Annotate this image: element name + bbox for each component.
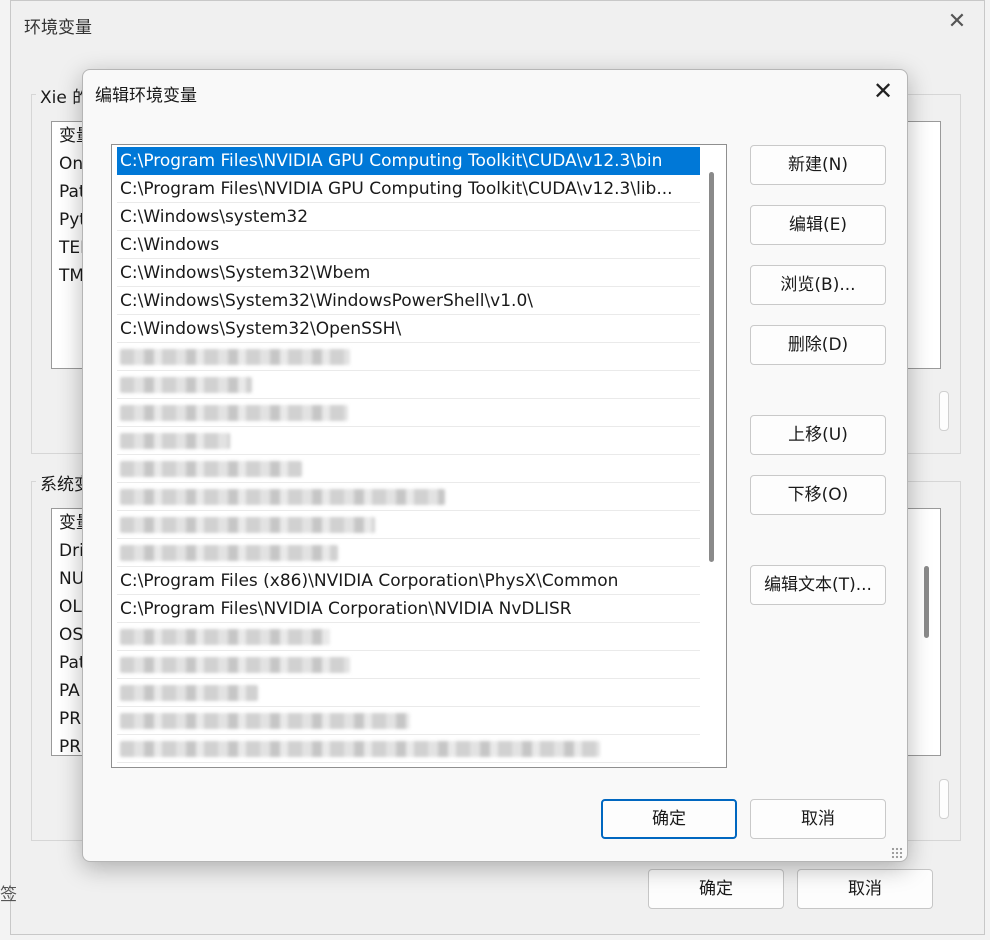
redacted-path-text <box>120 517 375 533</box>
parent-close-icon[interactable]: ✕ <box>946 11 968 33</box>
path-list-item[interactable] <box>117 343 700 371</box>
path-list-item[interactable]: C:\Program Files\NVIDIA GPU Computing To… <box>117 175 700 203</box>
path-list-item[interactable] <box>117 511 700 539</box>
parent-cancel-button[interactable]: 取消 <box>797 869 933 909</box>
ok-button[interactable]: 确定 <box>601 799 737 839</box>
edit-button[interactable]: 编辑(E) <box>750 205 886 245</box>
resize-grip-icon[interactable] <box>891 847 903 859</box>
path-text: C:\Windows\system32 <box>120 207 309 227</box>
path-list-item[interactable] <box>117 679 700 707</box>
parent-ok-button[interactable]: 确定 <box>648 869 784 909</box>
parent-left-edge-text: 签 <box>0 885 17 905</box>
edit-env-variable-dialog: 编辑环境变量 ✕ C:\Program Files\NVIDIA GPU Com… <box>82 69 908 862</box>
parent-side-button[interactable] <box>939 779 949 819</box>
path-text: C:\Program Files\NVIDIA GPU Computing To… <box>120 151 663 171</box>
path-list-item[interactable] <box>117 427 700 455</box>
path-list-item[interactable] <box>117 707 700 735</box>
redacted-path-text <box>120 545 338 561</box>
parent-window-title: 环境变量 <box>24 18 92 38</box>
redacted-path-text <box>120 685 258 701</box>
path-list-item[interactable] <box>117 371 700 399</box>
new-button[interactable]: 新建(N) <box>750 145 886 185</box>
parent-side-button[interactable] <box>939 391 949 431</box>
edit-text-button[interactable]: 编辑文本(T)... <box>750 565 886 605</box>
delete-button[interactable]: 删除(D) <box>750 325 886 365</box>
dialog-title: 编辑环境变量 <box>95 86 197 106</box>
redacted-path-text <box>120 741 600 757</box>
path-list-item[interactable]: C:\Program Files\NVIDIA Corporation\NVID… <box>117 595 700 623</box>
path-text: C:\Program Files\NVIDIA Corporation\NVID… <box>120 599 572 619</box>
path-text: C:\Program Files\NVIDIA GPU Computing To… <box>120 179 673 199</box>
redacted-path-text <box>120 489 445 505</box>
redacted-path-text <box>120 405 348 421</box>
redacted-path-text <box>120 433 230 449</box>
path-text: C:\Windows\System32\WindowsPowerShell\v1… <box>120 291 533 311</box>
path-list[interactable]: C:\Program Files\NVIDIA GPU Computing To… <box>111 144 727 768</box>
redacted-path-text <box>120 629 330 645</box>
path-list-item[interactable]: C:\Program Files\NVIDIA GPU Computing To… <box>117 147 700 175</box>
path-list-item[interactable]: C:\Windows\System32\WindowsPowerShell\v1… <box>117 287 700 315</box>
path-text: C:\Windows <box>120 235 220 255</box>
redacted-path-text <box>120 377 252 393</box>
path-list-item[interactable]: C:\Windows <box>117 231 700 259</box>
path-list-scrollbar[interactable] <box>709 172 714 562</box>
path-list-item[interactable] <box>117 651 700 679</box>
path-list-item[interactable] <box>117 539 700 567</box>
path-list-item[interactable]: C:\Windows\system32 <box>117 203 700 231</box>
path-list-item[interactable] <box>117 483 700 511</box>
redacted-path-text <box>120 657 350 673</box>
path-list-item[interactable] <box>117 735 700 763</box>
move-down-button[interactable]: 下移(O) <box>750 475 886 515</box>
close-icon[interactable]: ✕ <box>871 79 895 104</box>
path-list-item[interactable] <box>117 455 700 483</box>
path-list-item[interactable]: C:\Windows\System32\OpenSSH\ <box>117 315 700 343</box>
cancel-button[interactable]: 取消 <box>750 799 886 839</box>
path-text: C:\Program Files (x86)\NVIDIA Corporatio… <box>120 571 619 591</box>
redacted-path-text <box>120 461 302 477</box>
path-list-item[interactable] <box>117 623 700 651</box>
browse-button[interactable]: 浏览(B)... <box>750 265 886 305</box>
redacted-path-text <box>120 349 350 365</box>
move-up-button[interactable]: 上移(U) <box>750 415 886 455</box>
path-list-item[interactable]: C:\Program Files (x86)\NVIDIA Corporatio… <box>117 567 700 595</box>
path-list-item[interactable]: C:\Windows\System32\Wbem <box>117 259 700 287</box>
system-list-scrollbar[interactable] <box>924 566 929 638</box>
path-text: C:\Windows\System32\Wbem <box>120 263 371 283</box>
path-list-item[interactable] <box>117 399 700 427</box>
redacted-path-text <box>120 713 410 729</box>
path-text: C:\Windows\System32\OpenSSH\ <box>120 319 402 339</box>
